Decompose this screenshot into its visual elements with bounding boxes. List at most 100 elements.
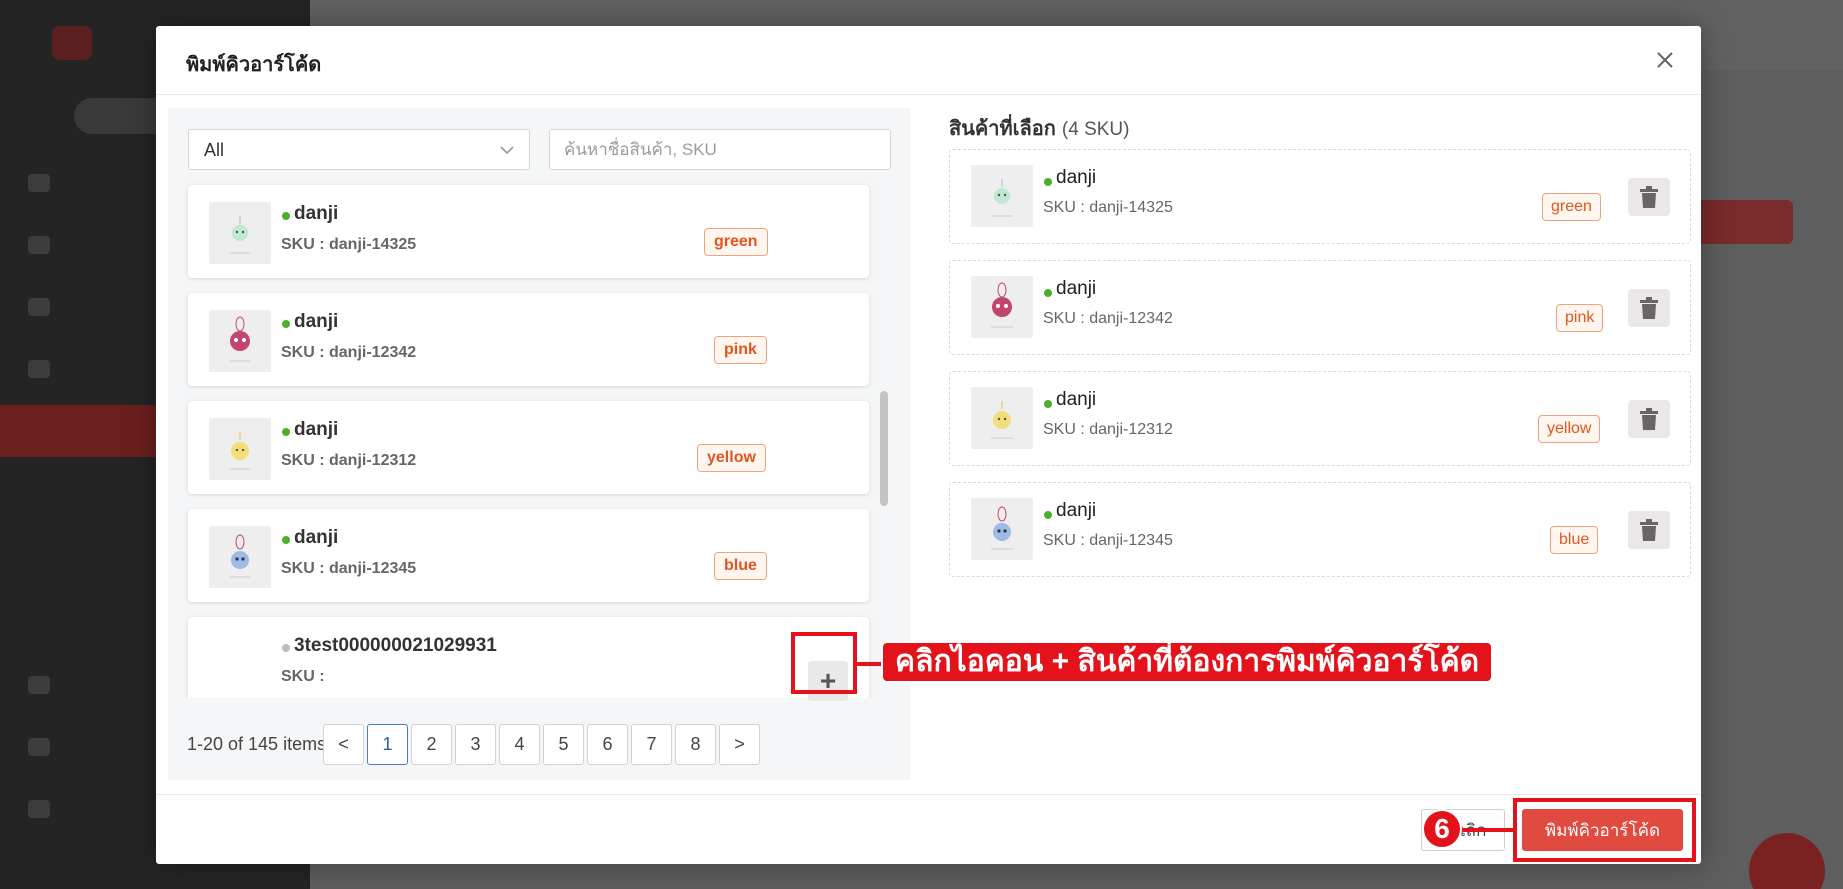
pagination-next-button[interactable]: > <box>719 724 760 765</box>
product-sku: SKU : danji-12312 <box>1043 421 1173 438</box>
background-active-menu <box>0 405 160 457</box>
selected-product-card: danji SKU : danji-12312 yellow <box>949 371 1691 466</box>
product-card[interactable]: danji SKU : danji-12345 blue <box>188 509 869 602</box>
highlight-add-button <box>791 632 857 694</box>
product-name: danji <box>294 419 339 440</box>
product-thumbnail <box>209 526 271 588</box>
background-menu-icon <box>28 360 50 378</box>
selected-product-card: danji SKU : danji-12342 pink <box>949 260 1691 355</box>
product-name: danji <box>1056 167 1097 188</box>
trash-icon <box>1640 519 1658 541</box>
product-thumbnail <box>209 418 271 480</box>
product-list-scrollbar[interactable] <box>880 182 888 698</box>
status-active-dot <box>1044 400 1052 408</box>
pagination-page-2[interactable]: 2 <box>411 724 452 765</box>
selected-product-card: danji SKU : danji-14325 green <box>949 149 1691 244</box>
variant-tag: green <box>1542 193 1601 221</box>
status-active-dot <box>1044 178 1052 186</box>
status-active-dot <box>282 320 290 328</box>
close-icon[interactable] <box>1651 46 1679 74</box>
product-sku: SKU : danji-14325 <box>281 236 417 253</box>
background-menu-icon <box>28 800 50 818</box>
product-name: danji <box>1056 389 1097 410</box>
background-menu-icon <box>28 236 50 254</box>
product-thumbnail <box>971 165 1033 227</box>
variant-tag: yellow <box>697 444 766 472</box>
instruction-callout: คลิกไอคอน + สินค้าที่ต้องการพิมพ์คิวอาร์… <box>881 641 1494 683</box>
scrollbar-thumb[interactable] <box>880 391 888 506</box>
product-sku: SKU : danji-12342 <box>1043 310 1173 327</box>
product-sku: SKU : danji-12342 <box>281 344 417 361</box>
pagination-page-7[interactable]: 7 <box>631 724 672 765</box>
variant-tag: pink <box>714 336 767 364</box>
step-number-badge: 6 <box>1422 809 1462 849</box>
pagination-prev-button[interactable]: < <box>323 724 364 765</box>
delete-button[interactable] <box>1628 178 1670 216</box>
delete-button[interactable] <box>1628 400 1670 438</box>
product-sku: SKU : danji-12345 <box>281 560 417 577</box>
pagination-page-5[interactable]: 5 <box>543 724 584 765</box>
product-sku: SKU : <box>281 668 325 685</box>
trash-icon <box>1640 186 1658 208</box>
pagination-page-1[interactable]: 1 <box>367 724 408 765</box>
trash-icon <box>1640 408 1658 430</box>
pagination-page-3[interactable]: 3 <box>455 724 496 765</box>
delete-button[interactable] <box>1628 289 1670 327</box>
callout-connector <box>857 662 883 666</box>
pagination-page-8[interactable]: 8 <box>675 724 716 765</box>
product-thumbnail <box>971 276 1033 338</box>
variant-tag: blue <box>714 552 767 580</box>
product-search-input[interactable] <box>549 129 891 170</box>
status-active-dot <box>1044 511 1052 519</box>
product-name: danji <box>294 527 339 548</box>
variant-tag: blue <box>1550 526 1599 554</box>
variant-tag: yellow <box>1538 415 1601 443</box>
filter-selected-value: All <box>204 140 225 160</box>
pagination: 1-20 of 145 items < 1 2 3 4 5 6 7 8 > <box>168 724 910 766</box>
step-connector <box>1460 828 1515 832</box>
trash-icon <box>1640 297 1658 319</box>
background-menu-icon <box>28 174 50 192</box>
app-logo <box>52 26 92 60</box>
qr-print-modal: พิมพ์คิวอาร์โค้ด All danji SKU : danji-1… <box>156 26 1701 864</box>
product-thumbnail <box>209 310 271 372</box>
product-card[interactable]: 3test000000021029931 SKU : <box>188 617 869 698</box>
product-name: danji <box>294 311 339 332</box>
delete-button[interactable] <box>1628 511 1670 549</box>
background-menu-icon <box>28 298 50 316</box>
product-card[interactable]: danji SKU : danji-12312 yellow <box>188 401 869 494</box>
status-inactive-dot <box>282 644 290 652</box>
chevron-down-icon <box>500 146 514 155</box>
product-card[interactable]: danji SKU : danji-12342 pink <box>188 293 869 386</box>
variant-tag: pink <box>1556 304 1604 332</box>
background-fab <box>1749 833 1825 889</box>
pagination-total: 1-20 of 145 items <box>187 734 327 754</box>
modal-title: พิมพ์คิวอาร์โค้ด <box>186 54 322 76</box>
status-active-dot <box>1044 289 1052 297</box>
product-name: danji <box>1056 500 1097 521</box>
product-name: danji <box>1056 278 1097 299</box>
selected-product-card: danji SKU : danji-12345 blue <box>949 482 1691 577</box>
product-list: danji SKU : danji-14325 green danji SKU … <box>168 182 910 698</box>
status-active-dot <box>282 212 290 220</box>
highlight-print-button <box>1513 798 1696 862</box>
selected-title-text: สินค้าที่เลือก <box>949 118 1056 140</box>
category-filter-select[interactable]: All <box>188 129 530 170</box>
product-sku: SKU : danji-12345 <box>1043 532 1173 549</box>
pagination-page-6[interactable]: 6 <box>587 724 628 765</box>
product-card[interactable]: danji SKU : danji-14325 green <box>188 185 869 278</box>
product-thumbnail <box>971 498 1033 560</box>
background-menu-icon <box>28 676 50 694</box>
product-name: danji <box>294 203 339 224</box>
product-sku: SKU : danji-12312 <box>281 452 417 469</box>
status-active-dot <box>282 428 290 436</box>
background-menu-icon <box>28 738 50 756</box>
selected-products-title: สินค้าที่เลือก (4 SKU) <box>949 112 1129 144</box>
status-active-dot <box>282 536 290 544</box>
product-name: 3test000000021029931 <box>294 635 497 656</box>
product-sku: SKU : danji-14325 <box>1043 199 1173 216</box>
pagination-page-4[interactable]: 4 <box>499 724 540 765</box>
product-thumbnail <box>971 387 1033 449</box>
variant-tag: green <box>704 228 768 256</box>
modal-header: พิมพ์คิวอาร์โค้ด <box>156 26 1701 95</box>
